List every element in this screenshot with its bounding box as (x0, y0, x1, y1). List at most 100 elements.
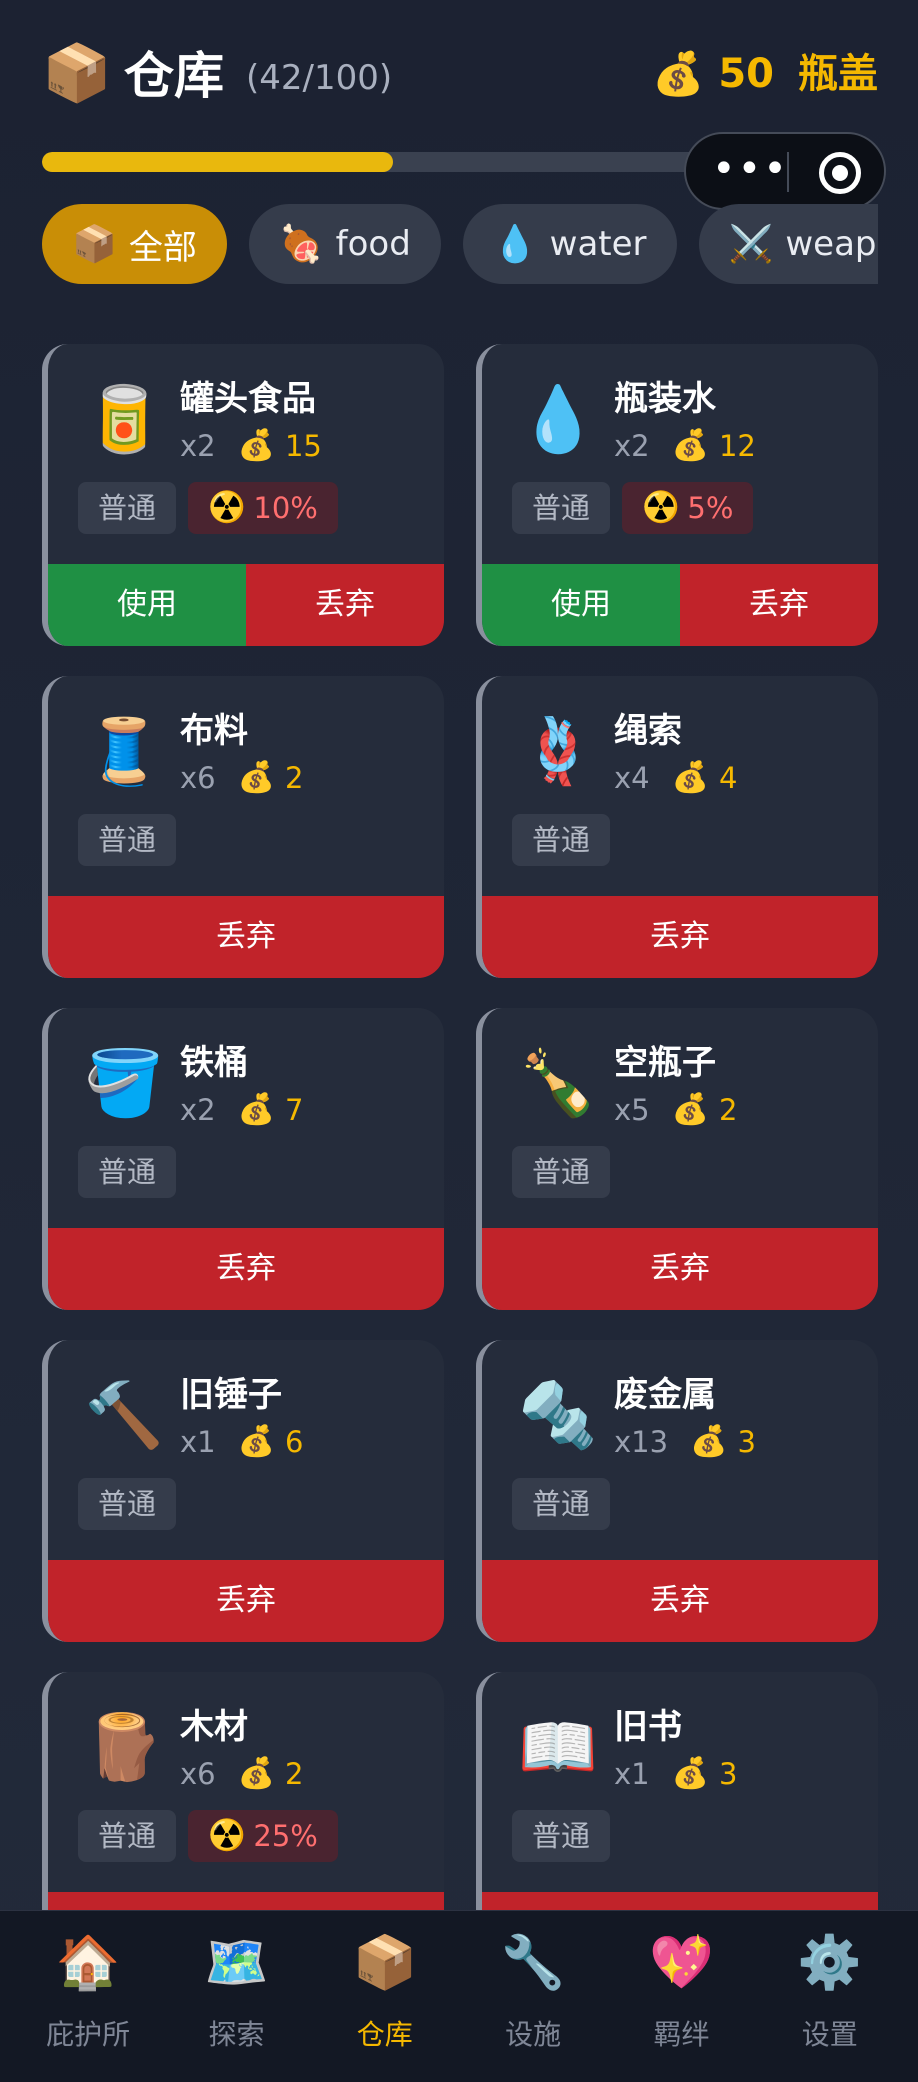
tab-label: water (549, 224, 647, 264)
item-quantity: x5 (614, 1093, 650, 1127)
item-price: 12 (718, 429, 756, 463)
target-icon[interactable] (819, 152, 861, 194)
capsule-divider (787, 152, 789, 192)
item-tags: 普通 (512, 1146, 611, 1198)
item-quantity: x13 (614, 1425, 669, 1459)
item-meta: x2 💰 15 (180, 424, 322, 468)
item-meta: x1 💰 6 (180, 1420, 303, 1464)
nav-explore[interactable]: 🗺️ 探索 (168, 1911, 304, 2082)
nav-warehouse[interactable]: 📦 仓库 (317, 1911, 453, 2082)
discard-button[interactable]: 丢弃 (482, 1560, 878, 1642)
item-tags: 普通 ☢️ 5% (512, 482, 754, 534)
item-actions: 使用 丢弃 (48, 564, 444, 646)
money-bag-icon: 💰 (237, 760, 275, 795)
more-dots-icon[interactable]: ••• (712, 149, 787, 190)
item-quantity: x4 (614, 761, 650, 795)
rarity-tag: 普通 (78, 814, 177, 866)
item-card: 🪣 铁桶 x2 💰 7 普通 丢弃 (42, 1008, 444, 1310)
rarity-tag: 普通 (512, 1478, 611, 1530)
money-bag-icon: 💰 (671, 760, 709, 795)
discard-button[interactable]: 丢弃 (48, 896, 444, 978)
item-name: 布料 (180, 711, 248, 751)
gear-icon: ⚙️ (797, 1933, 863, 1993)
bucket-icon: 🪣 (84, 1047, 164, 1121)
item-tags: 普通 (512, 814, 611, 866)
tab-all[interactable]: 📦 全部 (42, 204, 227, 284)
discard-button[interactable]: 丢弃 (48, 1560, 444, 1642)
money-bag-icon: 💰 (652, 49, 705, 98)
nav-facilities[interactable]: 🔧 设施 (465, 1911, 601, 2082)
item-price: 2 (718, 1093, 738, 1127)
item-meta: x6 💰 2 (180, 1752, 303, 1796)
item-actions: 丢弃 (482, 1892, 878, 1910)
bottle-icon: 🍾 (518, 1047, 598, 1121)
rarity-tag: 普通 (78, 1810, 177, 1862)
item-name: 旧锤子 (180, 1375, 282, 1415)
wood-log-icon: 🪵 (84, 1711, 164, 1785)
mini-program-capsule: ••• (684, 132, 886, 210)
discard-button[interactable]: 丢弃 (482, 1892, 878, 1910)
money-bag-icon: 💰 (237, 1756, 275, 1791)
rarity-tag: 普通 (78, 482, 177, 534)
water-drop-icon: 💧 (518, 383, 598, 457)
item-price: 7 (284, 1093, 304, 1127)
item-quantity: x1 (614, 1757, 650, 1791)
nav-label: 设施 (505, 2018, 562, 2051)
discard-button[interactable]: 丢弃 (48, 1892, 444, 1910)
canned-food-icon: 🥫 (84, 383, 164, 457)
radiation-tag: ☢️ 25% (188, 1810, 338, 1862)
rope-knot-icon: 🪢 (518, 715, 598, 789)
item-meta: x13 💰 3 (614, 1420, 756, 1464)
discard-button[interactable]: 丢弃 (48, 1228, 444, 1310)
item-price: 4 (718, 761, 738, 795)
item-quantity: x2 (180, 429, 216, 463)
discard-button[interactable]: 丢弃 (482, 1228, 878, 1310)
radiation-tag: ☢️ 10% (188, 482, 338, 534)
item-price: 15 (284, 429, 322, 463)
money-bag-icon: 💰 (690, 1424, 728, 1459)
tab-water[interactable]: 💧 water (462, 204, 677, 284)
rarity-tag: 普通 (512, 814, 611, 866)
discard-button[interactable]: 丢弃 (482, 896, 878, 978)
rarity-tag: 普通 (512, 1810, 611, 1862)
item-meta: x4 💰 4 (614, 756, 737, 800)
tab-weapon[interactable]: ⚔️ weapon (698, 204, 878, 284)
radiation-icon: ☢️ (642, 490, 680, 525)
nav-label: 羁绊 (653, 2018, 710, 2051)
item-actions: 丢弃 (482, 896, 878, 978)
tab-label: 全部 (128, 227, 197, 268)
use-button[interactable]: 使用 (482, 564, 680, 646)
item-actions: 丢弃 (482, 1228, 878, 1310)
nav-shelter[interactable]: 🏠 庇护所 (20, 1911, 156, 2082)
bottom-nav: 🏠 庇护所 🗺️ 探索 📦 仓库 🔧 设施 💖 羁绊 ⚙️ 设置 (0, 1910, 918, 2082)
item-quantity: x1 (180, 1425, 216, 1459)
item-tags: 普通 (78, 814, 177, 866)
item-quantity: x2 (614, 429, 650, 463)
item-actions: 使用 丢弃 (482, 564, 878, 646)
droplet-icon: 💧 (492, 224, 538, 265)
radiation-icon: ☢️ (208, 1818, 246, 1853)
radiation-value: 10% (253, 491, 318, 525)
discard-button[interactable]: 丢弃 (680, 564, 878, 646)
category-tabs: 📦 全部 🍖 food 💧 water ⚔️ weapon (42, 204, 878, 284)
nav-bonds[interactable]: 💖 羁绊 (613, 1911, 749, 2082)
nav-label: 设置 (801, 2018, 858, 2051)
item-meta: x2 💰 12 (614, 424, 756, 468)
swords-icon: ⚔️ (728, 224, 774, 265)
item-name: 瓶装水 (614, 379, 716, 419)
item-name: 旧书 (614, 1707, 682, 1747)
tab-food[interactable]: 🍖 food (248, 204, 441, 284)
rarity-tag: 普通 (78, 1478, 177, 1530)
item-tags: 普通 ☢️ 10% (78, 482, 338, 534)
item-card: 🥫 罐头食品 x2 💰 15 普通 ☢️ 10% 使用 丢弃 (42, 344, 444, 646)
item-quantity: x6 (180, 761, 216, 795)
item-name: 空瓶子 (614, 1043, 716, 1083)
nav-settings[interactable]: ⚙️ 设置 (762, 1911, 898, 2082)
discard-button[interactable]: 丢弃 (246, 564, 444, 646)
hammer-icon: 🔨 (84, 1379, 164, 1453)
item-actions: 丢弃 (48, 1228, 444, 1310)
use-button[interactable]: 使用 (48, 564, 246, 646)
item-card: 🧵 布料 x6 💰 2 普通 丢弃 (42, 676, 444, 978)
item-tags: 普通 (78, 1146, 177, 1198)
item-name: 绳索 (614, 711, 682, 751)
